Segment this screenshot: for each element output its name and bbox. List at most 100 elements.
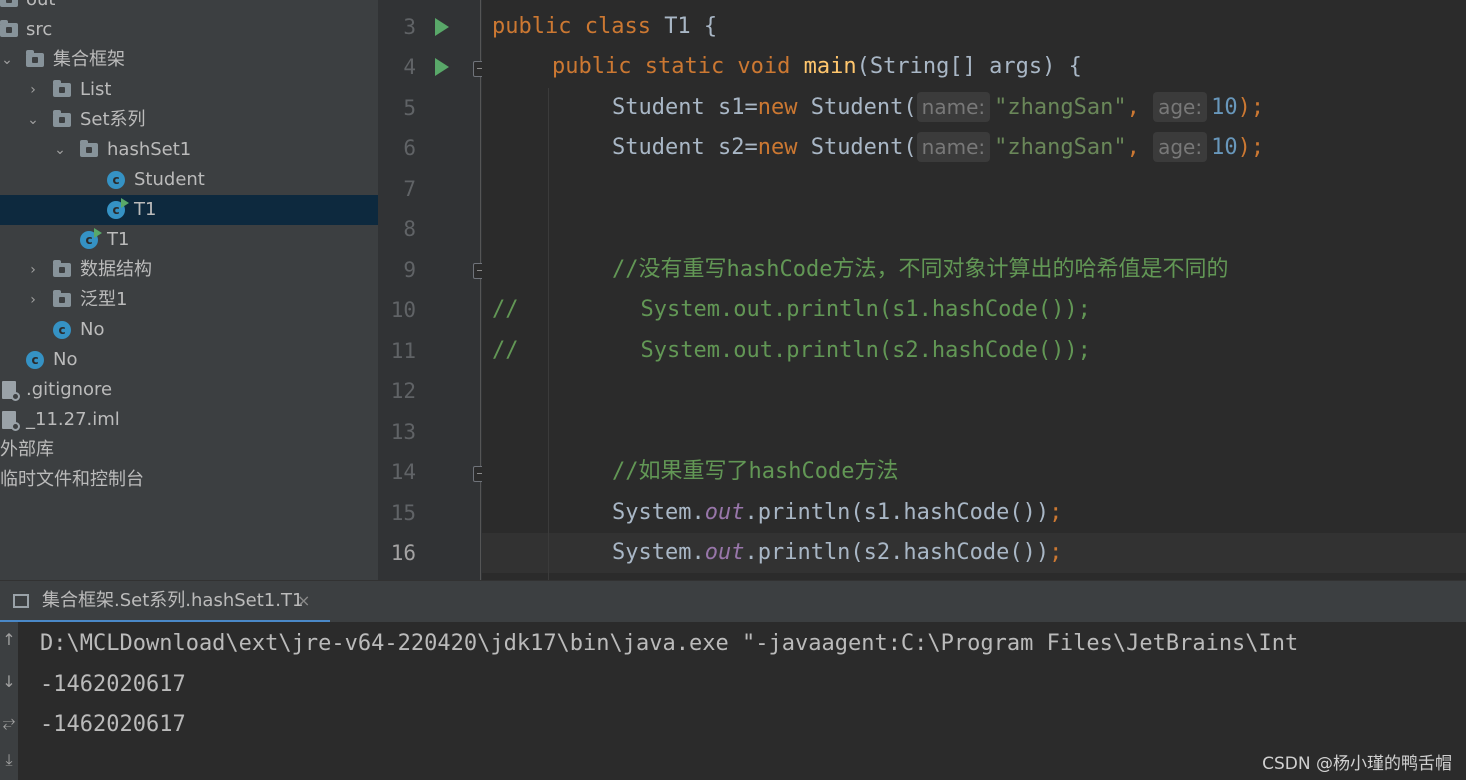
line-number: 10: [390, 298, 416, 322]
line-number: 4: [403, 55, 416, 79]
line-number: 8: [403, 217, 416, 241]
parameter-hint: age:: [1153, 92, 1208, 122]
folder-icon: [53, 80, 71, 97]
tree-item-no[interactable]: c No: [0, 345, 378, 375]
tree-item-label: T1: [107, 229, 130, 250]
line-number-current: 16: [390, 541, 416, 565]
arrow-down-icon[interactable]: ↓: [0, 672, 18, 691]
line-number: 7: [403, 177, 416, 201]
tree-item-label: hashSet1: [107, 139, 192, 160]
tree-item-label: Student: [134, 169, 205, 190]
folder-icon: [0, 20, 18, 37]
parameter-hint: age:: [1153, 132, 1208, 162]
gutter-divider: [480, 0, 481, 580]
tree-item-label: out: [26, 0, 55, 15]
tree-item-list[interactable]: › List: [0, 75, 378, 105]
code-line: //如果重写了hashCode方法: [612, 459, 899, 484]
run-tab[interactable]: 集合框架.Set系列.hashSet1.T1 ×: [0, 581, 330, 623]
tree-item-set-series[interactable]: ⌄ Set系列: [0, 105, 378, 135]
code-line: Student s2=new Student(name: "zhangSan", …: [612, 128, 1264, 168]
file-icon: [2, 381, 20, 401]
code-editor[interactable]: public class T1 { public static void mai…: [482, 0, 1466, 580]
console-output-line: D:\MCLDownload\ext\jre-v64-220420\jdk17\…: [40, 631, 1299, 656]
run-tool-window-tabs: 集合框架.Set系列.hashSet1.T1 ×: [0, 580, 1466, 623]
folder-icon: [53, 260, 71, 277]
run-console[interactable]: ↑ ↓ ⥂ ⤓ D:\MCLDownload\ext\jre-v64-22042…: [0, 622, 1466, 780]
close-icon[interactable]: ×: [297, 581, 310, 621]
tree-item-scratches[interactable]: 临时文件和控制台: [0, 465, 378, 495]
tree-item-label: 数据结构: [80, 259, 152, 280]
tree-item-generics1[interactable]: › 泛型1: [0, 285, 378, 315]
chevron-down-icon[interactable]: ⌄: [53, 135, 67, 165]
tree-item-student[interactable]: c Student: [0, 165, 378, 195]
tree-item-hashset1[interactable]: ⌄ hashSet1: [0, 135, 378, 165]
code-line: //System.out.println(s2.hashCode());: [492, 338, 1091, 363]
folder-icon: [53, 110, 71, 127]
code-line: public class T1 {: [492, 14, 718, 39]
console-toolbar: ↑ ↓ ⥂ ⤓: [0, 622, 18, 780]
scroll-to-end-icon[interactable]: ⤓: [0, 750, 18, 770]
parameter-hint: name:: [916, 92, 991, 122]
tree-item-label: .gitignore: [26, 379, 113, 400]
tree-item-t1-selected[interactable]: c T1: [0, 195, 378, 225]
tree-item-label: src: [26, 19, 53, 40]
chevron-down-icon[interactable]: ⌄: [0, 45, 14, 75]
folder-icon: [80, 140, 98, 157]
folder-icon: [53, 290, 71, 307]
chevron-down-icon[interactable]: ⌄: [26, 105, 40, 135]
runnable-class-icon: c: [107, 198, 129, 219]
tree-item-collections[interactable]: ⌄ 集合框架: [0, 45, 378, 75]
run-class-icon[interactable]: [435, 18, 449, 36]
tree-item-label: T1: [134, 199, 157, 220]
tree-item-data-structures[interactable]: › 数据结构: [0, 255, 378, 285]
code-line: //没有重写hashCode方法，不同对象计算出的哈希值是不同的: [612, 257, 1229, 282]
tree-item-label: List: [80, 79, 112, 100]
tree-item-iml[interactable]: _11.27.iml: [0, 405, 378, 435]
code-line: //System.out.println(s1.hashCode());: [492, 297, 1091, 322]
tree-item-label: 集合框架: [53, 49, 125, 70]
tree-item-gitignore[interactable]: .gitignore: [0, 375, 378, 405]
tree-item-label: Set系列: [80, 109, 146, 130]
tree-item-src[interactable]: src: [0, 15, 378, 45]
project-tree: out src ⌄ 集合框架 › List ⌄ Set系列 ⌄ hashSet1…: [0, 0, 378, 580]
line-number: 13: [390, 420, 416, 444]
arrow-up-icon[interactable]: ↑: [0, 630, 18, 649]
watermark: CSDN @杨小瑾的鸭舌帽: [1262, 754, 1452, 774]
console-icon: [13, 594, 29, 608]
tree-item-t1[interactable]: c T1: [0, 225, 378, 255]
tree-item-label: _11.27.iml: [26, 409, 120, 430]
run-main-icon[interactable]: [435, 58, 449, 76]
editor-gutter: 3 4 5 6 7 8 9 10 11 12 13 14 15 16: [378, 0, 487, 580]
console-output-line: -1462020617: [40, 712, 186, 737]
line-number: 11: [390, 339, 416, 363]
tree-item-label: No: [53, 349, 78, 370]
folder-icon: [0, 0, 18, 7]
line-number: 6: [403, 136, 416, 160]
line-number: 12: [390, 379, 416, 403]
chevron-right-icon[interactable]: ›: [26, 285, 40, 315]
tree-item-label: 泛型1: [80, 289, 128, 310]
parameter-hint: name:: [916, 132, 991, 162]
line-number: 3: [403, 15, 416, 39]
tree-item-out[interactable]: out: [0, 0, 378, 15]
folder-icon: [26, 50, 44, 67]
chevron-right-icon[interactable]: ›: [26, 75, 40, 105]
class-icon: c: [26, 351, 44, 369]
console-output-line: -1462020617: [40, 672, 186, 697]
run-tab-label: 集合框架.Set系列.hashSet1.T1: [42, 590, 304, 611]
line-number: 15: [390, 501, 416, 525]
tree-item-external-libraries[interactable]: 外部库: [0, 435, 378, 465]
line-number: 14: [390, 460, 416, 484]
tree-item-label: 临时文件和控制台: [0, 469, 144, 490]
line-number: 5: [403, 96, 416, 120]
tree-item-label: 外部库: [0, 439, 54, 460]
code-line: System.out.println(s2.hashCode());: [612, 540, 1063, 565]
line-number: 9: [403, 258, 416, 282]
class-icon: c: [53, 321, 71, 339]
class-icon: c: [107, 171, 125, 189]
tree-item-label: No: [80, 319, 105, 340]
chevron-right-icon[interactable]: ›: [26, 255, 40, 285]
soft-wrap-icon[interactable]: ⥂: [0, 712, 18, 732]
tree-item-no[interactable]: c No: [0, 315, 378, 345]
runnable-class-icon: c: [80, 228, 102, 249]
